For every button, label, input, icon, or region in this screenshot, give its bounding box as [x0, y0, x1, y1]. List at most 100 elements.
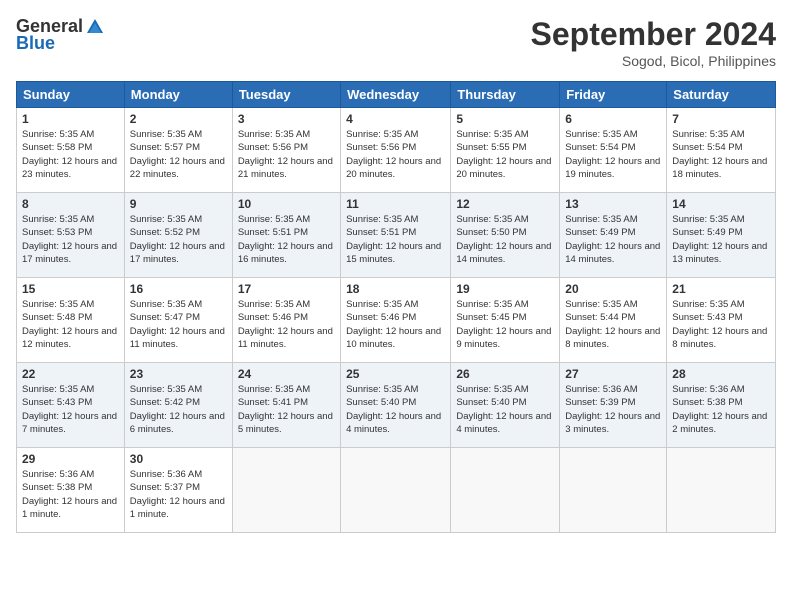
day-number: 9: [130, 197, 227, 211]
day-info: Sunrise: 5:35 AM Sunset: 5:46 PM Dayligh…: [238, 298, 335, 351]
header-sunday: Sunday: [17, 82, 125, 108]
day-info: Sunrise: 5:35 AM Sunset: 5:52 PM Dayligh…: [130, 213, 227, 266]
table-row: 18 Sunrise: 5:35 AM Sunset: 5:46 PM Dayl…: [341, 278, 451, 363]
day-info: Sunrise: 5:35 AM Sunset: 5:54 PM Dayligh…: [672, 128, 770, 181]
day-number: 8: [22, 197, 119, 211]
day-number: 2: [130, 112, 227, 126]
table-row: 27 Sunrise: 5:36 AM Sunset: 5:39 PM Dayl…: [560, 363, 667, 448]
header-wednesday: Wednesday: [341, 82, 451, 108]
day-info: Sunrise: 5:35 AM Sunset: 5:41 PM Dayligh…: [238, 383, 335, 436]
table-row: 2 Sunrise: 5:35 AM Sunset: 5:57 PM Dayli…: [124, 108, 232, 193]
title-section: September 2024 Sogod, Bicol, Philippines: [531, 16, 776, 69]
table-row: 11 Sunrise: 5:35 AM Sunset: 5:51 PM Dayl…: [341, 193, 451, 278]
day-number: 19: [456, 282, 554, 296]
day-number: 25: [346, 367, 445, 381]
day-number: 30: [130, 452, 227, 466]
table-row: 13 Sunrise: 5:35 AM Sunset: 5:49 PM Dayl…: [560, 193, 667, 278]
day-info: Sunrise: 5:36 AM Sunset: 5:38 PM Dayligh…: [22, 468, 119, 521]
day-number: 4: [346, 112, 445, 126]
day-number: 3: [238, 112, 335, 126]
table-row: 14 Sunrise: 5:35 AM Sunset: 5:49 PM Dayl…: [667, 193, 776, 278]
day-number: 13: [565, 197, 661, 211]
table-row: 15 Sunrise: 5:35 AM Sunset: 5:48 PM Dayl…: [17, 278, 125, 363]
day-info: Sunrise: 5:35 AM Sunset: 5:51 PM Dayligh…: [346, 213, 445, 266]
day-info: Sunrise: 5:35 AM Sunset: 5:45 PM Dayligh…: [456, 298, 554, 351]
logo-icon: [85, 17, 105, 37]
table-row: [560, 448, 667, 533]
table-row: [232, 448, 340, 533]
day-info: Sunrise: 5:35 AM Sunset: 5:49 PM Dayligh…: [672, 213, 770, 266]
table-row: 19 Sunrise: 5:35 AM Sunset: 5:45 PM Dayl…: [451, 278, 560, 363]
table-row: 8 Sunrise: 5:35 AM Sunset: 5:53 PM Dayli…: [17, 193, 125, 278]
calendar-page: General Blue September 2024 Sogod, Bicol…: [0, 0, 792, 612]
table-row: 21 Sunrise: 5:35 AM Sunset: 5:43 PM Dayl…: [667, 278, 776, 363]
day-info: Sunrise: 5:35 AM Sunset: 5:42 PM Dayligh…: [130, 383, 227, 436]
day-number: 17: [238, 282, 335, 296]
day-number: 14: [672, 197, 770, 211]
day-number: 18: [346, 282, 445, 296]
day-number: 6: [565, 112, 661, 126]
header-saturday: Saturday: [667, 82, 776, 108]
day-info: Sunrise: 5:35 AM Sunset: 5:51 PM Dayligh…: [238, 213, 335, 266]
table-row: 16 Sunrise: 5:35 AM Sunset: 5:47 PM Dayl…: [124, 278, 232, 363]
table-row: 7 Sunrise: 5:35 AM Sunset: 5:54 PM Dayli…: [667, 108, 776, 193]
table-row: 3 Sunrise: 5:35 AM Sunset: 5:56 PM Dayli…: [232, 108, 340, 193]
day-number: 24: [238, 367, 335, 381]
day-info: Sunrise: 5:36 AM Sunset: 5:39 PM Dayligh…: [565, 383, 661, 436]
header-thursday: Thursday: [451, 82, 560, 108]
day-info: Sunrise: 5:35 AM Sunset: 5:44 PM Dayligh…: [565, 298, 661, 351]
day-number: 22: [22, 367, 119, 381]
day-info: Sunrise: 5:36 AM Sunset: 5:37 PM Dayligh…: [130, 468, 227, 521]
calendar-table: Sunday Monday Tuesday Wednesday Thursday…: [16, 81, 776, 533]
calendar-row: 15 Sunrise: 5:35 AM Sunset: 5:48 PM Dayl…: [17, 278, 776, 363]
day-info: Sunrise: 5:35 AM Sunset: 5:40 PM Dayligh…: [346, 383, 445, 436]
day-number: 20: [565, 282, 661, 296]
day-number: 15: [22, 282, 119, 296]
weekday-header-row: Sunday Monday Tuesday Wednesday Thursday…: [17, 82, 776, 108]
logo: General Blue: [16, 16, 105, 54]
calendar-row: 1 Sunrise: 5:35 AM Sunset: 5:58 PM Dayli…: [17, 108, 776, 193]
day-number: 1: [22, 112, 119, 126]
logo-blue-text: Blue: [16, 33, 55, 54]
day-info: Sunrise: 5:35 AM Sunset: 5:43 PM Dayligh…: [672, 298, 770, 351]
day-number: 7: [672, 112, 770, 126]
table-row: 28 Sunrise: 5:36 AM Sunset: 5:38 PM Dayl…: [667, 363, 776, 448]
day-number: 10: [238, 197, 335, 211]
location: Sogod, Bicol, Philippines: [531, 53, 776, 69]
day-info: Sunrise: 5:35 AM Sunset: 5:40 PM Dayligh…: [456, 383, 554, 436]
day-info: Sunrise: 5:35 AM Sunset: 5:49 PM Dayligh…: [565, 213, 661, 266]
table-row: 10 Sunrise: 5:35 AM Sunset: 5:51 PM Dayl…: [232, 193, 340, 278]
day-number: 29: [22, 452, 119, 466]
table-row: 5 Sunrise: 5:35 AM Sunset: 5:55 PM Dayli…: [451, 108, 560, 193]
table-row: 4 Sunrise: 5:35 AM Sunset: 5:56 PM Dayli…: [341, 108, 451, 193]
day-info: Sunrise: 5:35 AM Sunset: 5:57 PM Dayligh…: [130, 128, 227, 181]
day-info: Sunrise: 5:35 AM Sunset: 5:50 PM Dayligh…: [456, 213, 554, 266]
day-info: Sunrise: 5:35 AM Sunset: 5:53 PM Dayligh…: [22, 213, 119, 266]
table-row: [667, 448, 776, 533]
month-title: September 2024: [531, 16, 776, 53]
header-monday: Monday: [124, 82, 232, 108]
day-number: 23: [130, 367, 227, 381]
day-info: Sunrise: 5:35 AM Sunset: 5:43 PM Dayligh…: [22, 383, 119, 436]
day-info: Sunrise: 5:36 AM Sunset: 5:38 PM Dayligh…: [672, 383, 770, 436]
table-row: [341, 448, 451, 533]
calendar-row: 29 Sunrise: 5:36 AM Sunset: 5:38 PM Dayl…: [17, 448, 776, 533]
table-row: 1 Sunrise: 5:35 AM Sunset: 5:58 PM Dayli…: [17, 108, 125, 193]
day-info: Sunrise: 5:35 AM Sunset: 5:48 PM Dayligh…: [22, 298, 119, 351]
day-number: 27: [565, 367, 661, 381]
calendar-row: 22 Sunrise: 5:35 AM Sunset: 5:43 PM Dayl…: [17, 363, 776, 448]
table-row: 25 Sunrise: 5:35 AM Sunset: 5:40 PM Dayl…: [341, 363, 451, 448]
table-row: 23 Sunrise: 5:35 AM Sunset: 5:42 PM Dayl…: [124, 363, 232, 448]
table-row: 9 Sunrise: 5:35 AM Sunset: 5:52 PM Dayli…: [124, 193, 232, 278]
day-info: Sunrise: 5:35 AM Sunset: 5:58 PM Dayligh…: [22, 128, 119, 181]
table-row: 22 Sunrise: 5:35 AM Sunset: 5:43 PM Dayl…: [17, 363, 125, 448]
table-row: 30 Sunrise: 5:36 AM Sunset: 5:37 PM Dayl…: [124, 448, 232, 533]
table-row: [451, 448, 560, 533]
day-number: 16: [130, 282, 227, 296]
day-number: 11: [346, 197, 445, 211]
day-number: 28: [672, 367, 770, 381]
day-info: Sunrise: 5:35 AM Sunset: 5:54 PM Dayligh…: [565, 128, 661, 181]
day-number: 26: [456, 367, 554, 381]
table-row: 20 Sunrise: 5:35 AM Sunset: 5:44 PM Dayl…: [560, 278, 667, 363]
day-number: 21: [672, 282, 770, 296]
